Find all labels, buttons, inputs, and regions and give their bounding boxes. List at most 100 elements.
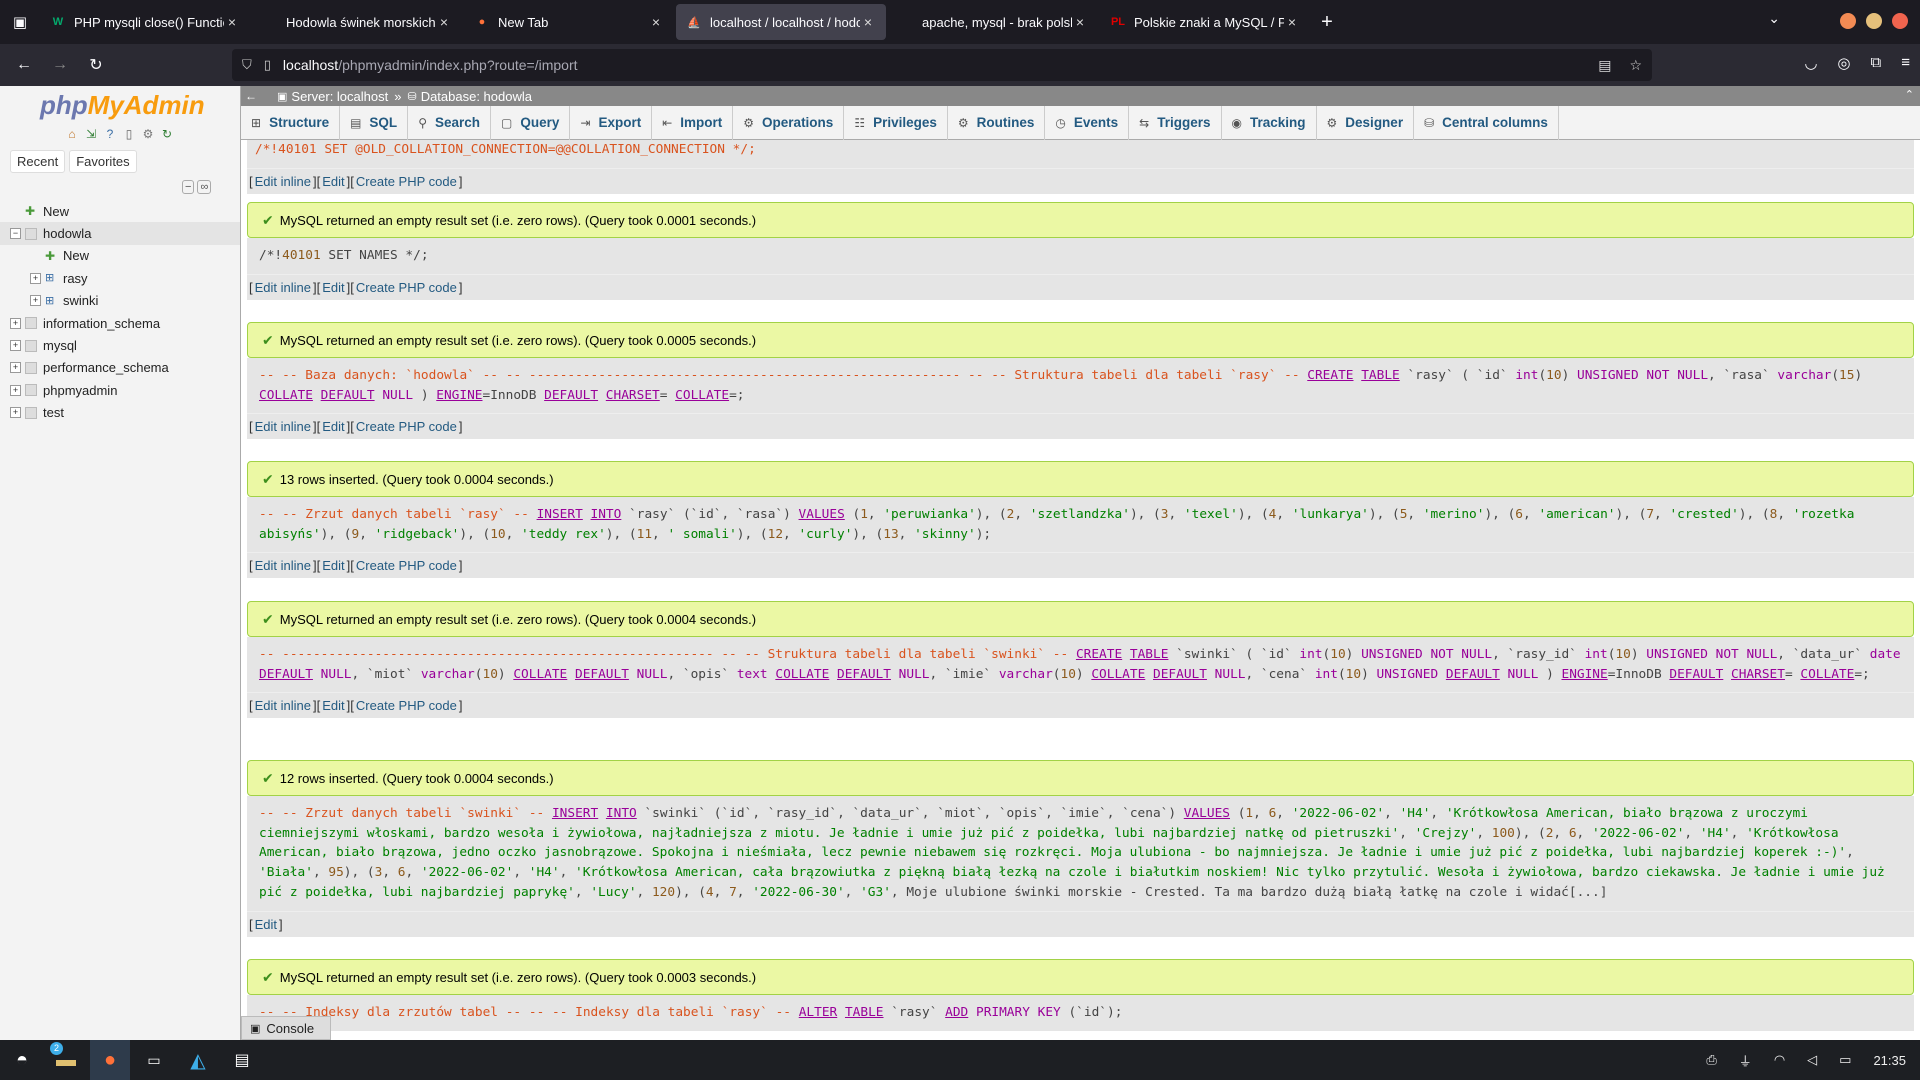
tab-privileges[interactable]: ☷ Privileges [844,105,948,140]
tab-routines[interactable]: ⚙ Routines [948,105,1046,140]
battery-icon[interactable]: ▭ [1839,1052,1851,1068]
nav-toggle-arrow-icon[interactable]: ← [245,89,263,103]
settings-gear-icon[interactable]: ⚙ [140,126,156,142]
bookmark-star-icon[interactable]: ☆ [1629,57,1642,74]
edit-link[interactable]: Edit [322,280,344,295]
volume-muted-icon[interactable]: ◁ [1807,1052,1817,1068]
edit-inline-link[interactable]: Edit inline [255,698,311,713]
browser-tab[interactable]: ● New Tab × [464,4,674,40]
tree-item-performance-schema[interactable]: + performance_schema [0,357,240,379]
browser-tab[interactable]: PL Polskie znaki a MySQL / Pomy× [1100,4,1310,40]
expand-icon[interactable]: + [10,317,21,329]
collapse-all-icon[interactable]: − [182,180,195,194]
maximize-icon[interactable] [1866,13,1882,29]
home-icon[interactable]: ⌂ [64,126,80,142]
tab-import[interactable]: ⇤ Import [652,105,734,140]
tab-triggers[interactable]: ⇆ Triggers [1129,105,1222,140]
menu-hamburger-icon[interactable]: ≡ [1901,54,1910,72]
edit-inline-link[interactable]: Edit inline [255,558,311,573]
pocket-icon[interactable]: ◡ [1804,54,1817,72]
edit-inline-link[interactable]: Edit inline [255,419,311,434]
edit-link[interactable]: Edit [322,558,344,573]
file-manager-icon[interactable]: ▬ 2 [46,1040,86,1080]
tab-overview-icon[interactable]: ▣ [0,0,40,44]
link-with-main-icon[interactable]: ∞ [197,180,212,194]
printer-icon[interactable]: ⎙ [1706,1052,1716,1068]
phpmyadmin-logo[interactable]: phpMyAdmin [0,86,240,120]
browser-tab[interactable]: W PHP mysqli close() Function × [40,4,250,40]
notes-app-icon[interactable]: ▤ [222,1040,262,1080]
reload-icon[interactable]: ↻ [78,49,114,81]
favorites-tab[interactable]: Favorites [69,150,137,173]
edit-link[interactable]: Edit [255,917,277,932]
back-arrow-icon[interactable]: ← [6,49,42,81]
tree-item-phpmyadmin[interactable]: + phpmyadmin [0,379,240,401]
tab-tracking[interactable]: ◉ Tracking [1222,105,1317,140]
usb-icon[interactable]: ⏚ [1739,1051,1752,1070]
tree-item-New[interactable]: ✚ New [0,245,240,267]
tab-designer[interactable]: ⚙ Designer [1317,105,1415,140]
tab-export[interactable]: ⇥ Export [570,105,653,140]
tree-item-swinki[interactable]: + ⊞ swinki [0,290,240,312]
tab-close-icon[interactable]: × [436,14,452,30]
collapse-top-menu-icon[interactable]: ⌃ [1905,88,1914,101]
tree-item-information-schema[interactable]: + information_schema [0,312,240,334]
tab-close-icon[interactable]: × [224,14,240,30]
account-icon[interactable]: ◎ [1837,54,1850,72]
new-tab-button[interactable]: + [1312,4,1342,40]
docs-icon[interactable]: ▯ [121,126,137,142]
recent-tab[interactable]: Recent [10,150,66,173]
tab-structure[interactable]: ⊞ Structure [241,105,341,140]
url-bar[interactable]: ⛉ ▯ localhost/phpmyadmin/index.php?route… [232,49,1652,81]
tree-item-test[interactable]: + test [0,402,240,424]
edit-link[interactable]: Edit [322,698,344,713]
tab-close-icon[interactable]: × [648,14,664,30]
expand-icon[interactable]: + [10,362,21,374]
minimize-icon[interactable] [1840,13,1856,29]
tab-list-chevron-icon[interactable]: ⌄ [1768,10,1780,27]
expand-icon[interactable]: + [10,407,21,419]
tab-search[interactable]: ⚲ Search [408,105,492,140]
help-icon[interactable]: ? [102,126,118,142]
forward-arrow-icon[interactable]: → [42,49,78,81]
tab-events[interactable]: ◷ Events [1045,105,1130,140]
create-php-link[interactable]: Create PHP code [356,419,457,434]
breadcrumb-server[interactable]: ▣ Server: localhost [277,89,388,104]
extensions-icon[interactable]: ⧉ [1871,54,1882,72]
expand-icon[interactable]: + [10,340,21,352]
tree-item-hodowla[interactable]: − hodowla [0,222,240,245]
tab-close-icon[interactable]: × [860,14,876,30]
expand-icon[interactable]: + [30,295,41,307]
console-toggle[interactable]: ▣ Console [241,1016,331,1040]
code-editor-icon[interactable]: ◭ [178,1040,218,1080]
browser-tab[interactable]: apache, mysql - brak polskich zna× [888,4,1098,40]
tab-close-icon[interactable]: × [1072,14,1088,30]
reader-view-icon[interactable]: ▤ [1598,57,1611,74]
breadcrumb-database[interactable]: ⛁ Database: hodowla [407,89,532,104]
tree-item-mysql[interactable]: + mysql [0,334,240,356]
logout-icon[interactable]: ⇲ [83,126,99,142]
browser-tab[interactable]: ⛵ localhost / localhost / hodowla× [676,4,886,40]
create-php-link[interactable]: Create PHP code [356,174,457,189]
app-launcher-icon[interactable]: ◓ [2,1040,42,1080]
collapse-icon[interactable]: − [10,228,21,240]
tab-query[interactable]: ▢ Query [491,105,571,140]
close-window-icon[interactable] [1892,13,1908,29]
create-php-link[interactable]: Create PHP code [356,698,457,713]
tab-sql[interactable]: ▤ SQL [340,105,409,140]
tab-operations[interactable]: ⚙ Operations [733,105,845,140]
firefox-icon[interactable]: ● [90,1040,130,1080]
clock[interactable]: 21:35 [1873,1053,1906,1068]
create-php-link[interactable]: Create PHP code [356,280,457,295]
create-php-link[interactable]: Create PHP code [356,558,457,573]
reload-nav-icon[interactable]: ↻ [159,126,175,142]
tab-close-icon[interactable]: × [1284,14,1300,30]
edit-link[interactable]: Edit [322,419,344,434]
wifi-icon[interactable]: ◠ [1774,1052,1785,1068]
terminal-icon[interactable]: ▭ [134,1040,174,1080]
edit-link[interactable]: Edit [322,174,344,189]
expand-icon[interactable]: + [10,384,21,396]
tree-item-rasy[interactable]: + ⊞ rasy [0,267,240,289]
expand-icon[interactable]: + [30,272,41,284]
tab-central-columns[interactable]: ⛁ Central columns [1414,105,1559,140]
